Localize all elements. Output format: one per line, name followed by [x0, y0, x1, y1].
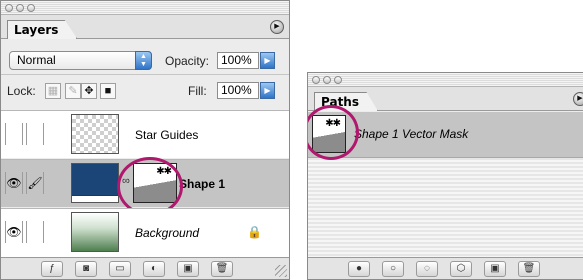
lock-transparency-icon[interactable]: ▦ [45, 83, 61, 99]
opacity-slider-arrow-icon[interactable]: ▶ [260, 52, 275, 69]
visibility-toggle[interactable] [5, 123, 23, 145]
blend-mode-select[interactable]: Normal ▲ ▼ [9, 51, 152, 70]
panel-menu-icon[interactable]: ▶ [270, 20, 284, 34]
opacity-input[interactable]: 100% [217, 52, 259, 69]
layers-panel: Layers ▶ Normal ▲ ▼ Opacity: 100% ▶ Lock:… [0, 0, 290, 280]
lock-position-icon[interactable]: ✥ [81, 83, 97, 99]
window-titlebar [1, 1, 289, 15]
paths-footer: ● ○ ◌ ⬡ ▣ 🗑 [308, 257, 583, 279]
layer-thumbnail [71, 163, 119, 203]
load-selection-icon[interactable]: ◌ [416, 260, 438, 277]
highlight-ring [308, 105, 359, 160]
make-work-path-icon[interactable]: ⬡ [450, 260, 472, 277]
add-mask-icon[interactable]: ◙ [75, 260, 97, 277]
minimize-window-button[interactable] [16, 4, 24, 12]
window-controls [5, 4, 35, 12]
zoom-window-button[interactable] [334, 76, 342, 84]
layer-thumbnail [71, 212, 119, 252]
layer-row-background[interactable]: 👁 Background 🔒 [1, 208, 289, 258]
window-titlebar [308, 73, 583, 87]
fill-label: Fill: [188, 84, 207, 98]
layer-row-star-guides[interactable]: Star Guides [1, 110, 289, 158]
close-window-button[interactable] [312, 76, 320, 84]
layer-thumbnail-footer [72, 195, 118, 202]
blend-row: Normal ▲ ▼ Opacity: 100% ▶ [1, 45, 289, 75]
lock-icon: 🔒 [247, 225, 262, 239]
new-group-icon[interactable]: ▭ [109, 260, 131, 277]
close-window-button[interactable] [5, 4, 13, 12]
layer-name: Shape 1 [179, 177, 226, 191]
eye-icon[interactable]: 👁 [5, 172, 23, 194]
eye-icon[interactable]: 👁 [5, 221, 23, 243]
fill-path-icon[interactable]: ● [348, 260, 370, 277]
new-path-icon[interactable]: ▣ [484, 260, 506, 277]
layer-style-icon[interactable]: ƒ [41, 260, 63, 277]
new-layer-icon[interactable]: ▣ [177, 260, 199, 277]
lock-row: Lock: ▦ ✎ ✥ ■ Fill: 100% ▶ [1, 76, 289, 106]
select-arrow-icon: ▲ ▼ [135, 51, 152, 70]
lock-label: Lock: [7, 84, 36, 98]
brush-icon[interactable]: 🖌 [26, 172, 44, 194]
minimize-window-button[interactable] [323, 76, 331, 84]
layer-name: Star Guides [135, 128, 199, 142]
opacity-label: Opacity: [165, 54, 210, 68]
layer-name: Background [135, 226, 200, 240]
lock-all-icon[interactable]: ■ [100, 83, 116, 99]
fill-input[interactable]: 100% [217, 82, 259, 99]
stroke-path-icon[interactable]: ○ [382, 260, 404, 277]
adjustment-layer-icon[interactable]: ◐ [143, 260, 165, 277]
path-name: Shape 1 Vector Mask [354, 127, 469, 141]
tab-layers[interactable]: Layers [7, 20, 78, 39]
zoom-window-button[interactable] [27, 4, 35, 12]
trash-icon[interactable]: 🗑 [211, 260, 233, 277]
paths-panel: Paths ▶ ✱✱ Shape 1 Vector Mask ● ○ ◌ ⬡ ▣… [307, 72, 583, 280]
paths-tab-row: Paths ▶ [308, 87, 583, 111]
trash-icon[interactable]: 🗑 [518, 260, 540, 277]
layer-thumbnail [71, 114, 119, 154]
panel-menu-icon[interactable]: ▶ [573, 92, 583, 106]
path-row-shape-1-vector-mask[interactable]: ✱✱ Shape 1 Vector Mask [308, 105, 583, 160]
blend-mode-value: Normal [17, 53, 56, 67]
link-toggle[interactable] [26, 221, 44, 243]
link-toggle[interactable] [26, 123, 44, 145]
fill-slider-arrow-icon[interactable]: ▶ [260, 82, 275, 99]
layers-tab-row: Layers ▶ [1, 15, 289, 39]
lock-image-icon[interactable]: ✎ [65, 83, 81, 99]
window-controls [312, 76, 342, 84]
layer-row-shape-1[interactable]: 👁 🖌 ∞ ✱✱ Shape 1 [1, 157, 289, 216]
resize-grip-icon[interactable] [275, 265, 287, 277]
layers-footer: ƒ ◙ ▭ ◐ ▣ 🗑 [1, 257, 289, 279]
